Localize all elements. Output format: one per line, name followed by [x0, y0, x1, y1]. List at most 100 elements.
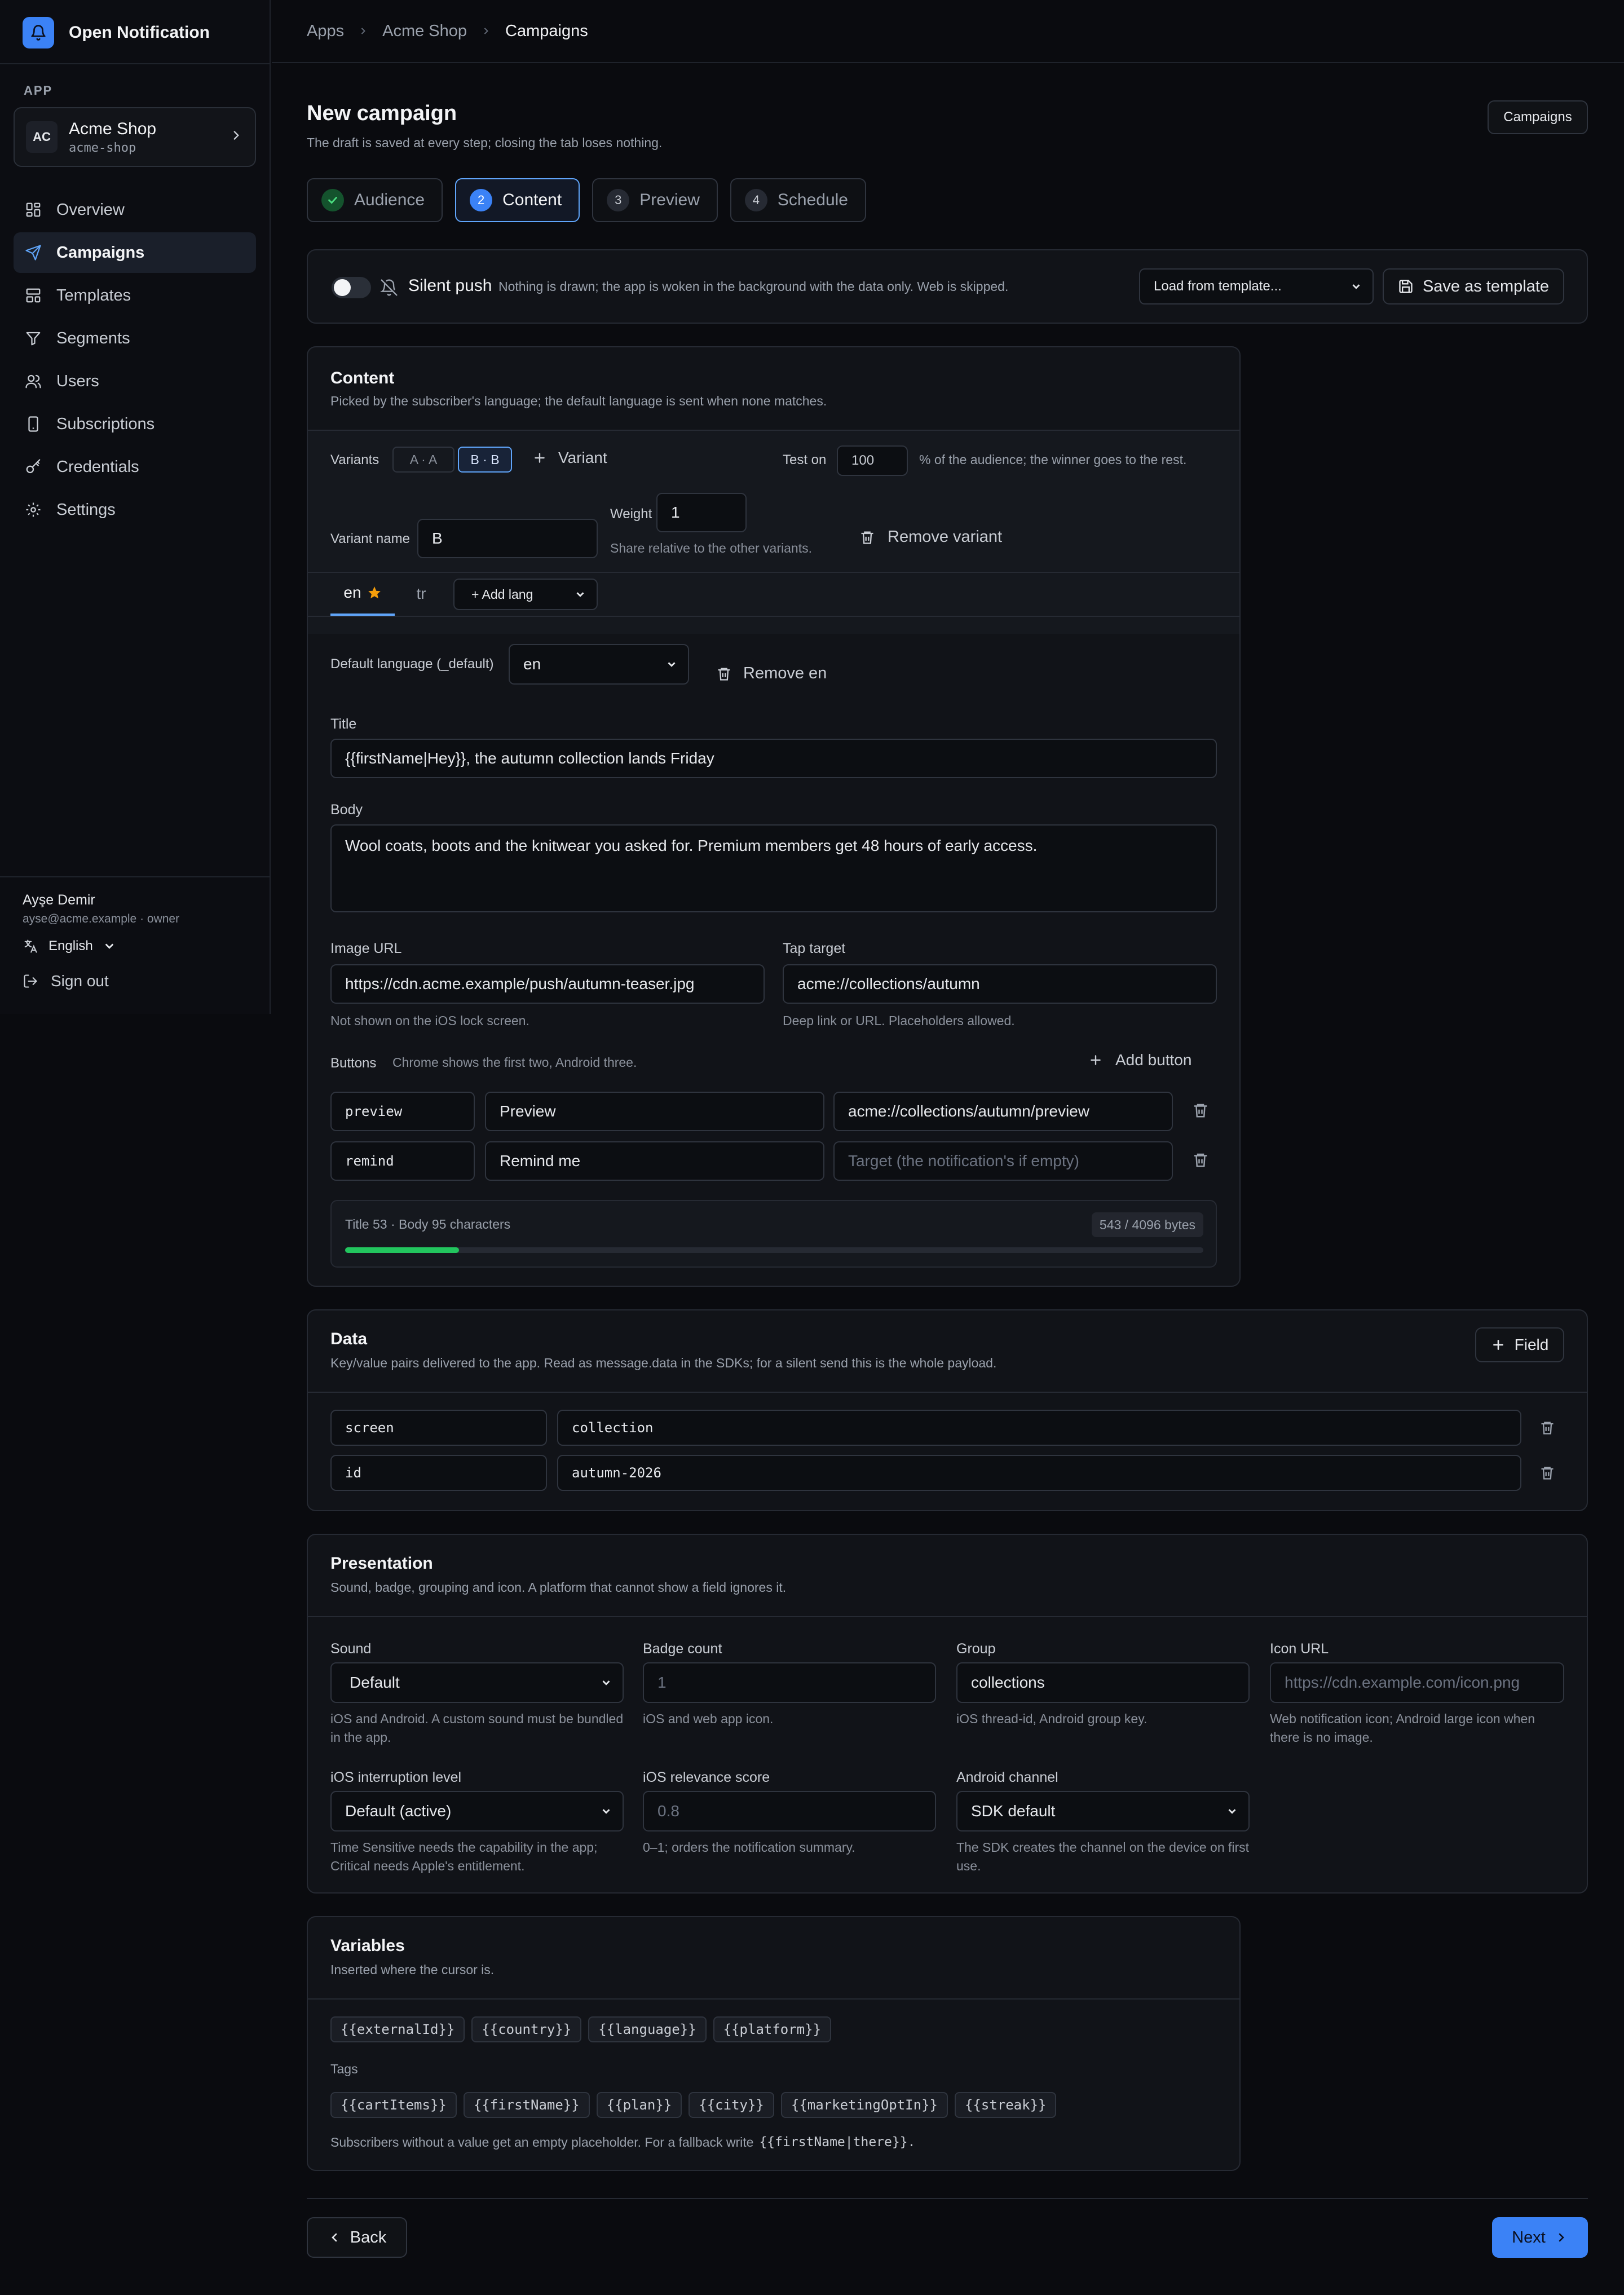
- divider: [308, 1616, 1587, 1617]
- app-switcher[interactable]: AC Acme Shop acme-shop: [14, 107, 256, 167]
- test-on-input[interactable]: 100: [837, 445, 908, 476]
- step-audience[interactable]: Audience: [307, 178, 443, 222]
- button-target-input[interactable]: Target (the notification's if empty): [833, 1141, 1173, 1181]
- variable-chip[interactable]: {{cartItems}}: [330, 2092, 457, 2118]
- badge-count-input[interactable]: 1: [643, 1662, 936, 1703]
- language-switcher[interactable]: English: [23, 938, 116, 954]
- android-channel-select[interactable]: SDK default: [956, 1791, 1250, 1831]
- trash-icon[interactable]: [1539, 1420, 1555, 1436]
- sound-hint: iOS and Android. A custom sound must be …: [330, 1711, 624, 1745]
- add-button-button[interactable]: Add button: [1088, 1051, 1191, 1069]
- breadcrumb-app[interactable]: Acme Shop: [382, 22, 467, 41]
- sidebar-item-label: Users: [56, 372, 99, 390]
- button-label-input[interactable]: Preview: [485, 1092, 824, 1131]
- content-desc: Picked by the subscriber's language; the…: [330, 394, 827, 408]
- variable-chip[interactable]: {{externalId}}: [330, 2016, 465, 2042]
- sidebar-item-settings[interactable]: Settings: [14, 489, 256, 530]
- android-channel-label: Android channel: [956, 1769, 1058, 1785]
- title-input[interactable]: {{firstName|Hey}}, the autumn collection…: [330, 739, 1217, 778]
- variant-name-input[interactable]: B: [417, 519, 598, 558]
- sidebar-item-users[interactable]: Users: [14, 361, 256, 401]
- button-label-input[interactable]: Remind me: [485, 1141, 824, 1181]
- button-id-input[interactable]: remind: [330, 1141, 475, 1181]
- data-value-input[interactable]: collection: [557, 1410, 1521, 1446]
- back-button[interactable]: Back: [307, 2217, 407, 2258]
- data-value-input[interactable]: autumn-2026: [557, 1455, 1521, 1491]
- variant-tab-b[interactable]: B · B: [458, 447, 512, 473]
- app-section-label: APP: [24, 83, 53, 98]
- variable-chip[interactable]: {{marketingOptIn}}: [780, 2092, 948, 2118]
- data-key-input[interactable]: id: [330, 1455, 547, 1491]
- brand[interactable]: Open Notification: [23, 17, 210, 48]
- weight-value: 1: [671, 504, 680, 521]
- step-schedule[interactable]: 4 Schedule: [730, 178, 866, 222]
- lang-tab-en[interactable]: en: [330, 572, 395, 616]
- tags-label: Tags: [330, 2062, 358, 2076]
- sign-out-button[interactable]: Sign out: [23, 972, 109, 990]
- bell-icon: [23, 17, 54, 48]
- variable-chip[interactable]: {{city}}: [689, 2092, 774, 2118]
- sidebar-item-subscriptions[interactable]: Subscriptions: [14, 404, 256, 444]
- sidebar-item-campaigns[interactable]: Campaigns: [14, 232, 256, 273]
- weight-input[interactable]: 1: [656, 493, 747, 532]
- body-label: Body: [330, 802, 363, 818]
- trash-icon[interactable]: [1539, 1465, 1555, 1481]
- variable-chip[interactable]: {{plan}}: [596, 2092, 682, 2118]
- variant-tab-a[interactable]: A · A: [392, 447, 454, 473]
- next-button[interactable]: Next: [1492, 2217, 1588, 2258]
- button-target-input[interactable]: acme://collections/autumn/preview: [833, 1092, 1173, 1131]
- gear-icon: [26, 502, 41, 517]
- interruption-level-hint: Time Sensitive needs the capability in t…: [330, 1840, 598, 1873]
- sound-select[interactable]: Default: [330, 1662, 624, 1703]
- add-field-label: Field: [1514, 1336, 1549, 1353]
- variables-desc: Inserted where the cursor is.: [330, 1962, 495, 1977]
- chevron-down-icon: [602, 1680, 610, 1685]
- icon-url-input[interactable]: https://cdn.example.com/icon.png: [1270, 1662, 1564, 1703]
- tap-target-input[interactable]: acme://collections/autumn: [783, 964, 1217, 1004]
- button-id-input[interactable]: preview: [330, 1092, 475, 1131]
- relevance-score-label: iOS relevance score: [643, 1769, 770, 1785]
- add-field-button[interactable]: Field: [1475, 1327, 1564, 1362]
- add-language-select[interactable]: + Add lang: [453, 579, 598, 610]
- interruption-level-select[interactable]: Default (active): [330, 1791, 624, 1831]
- android-channel-value: SDK default: [971, 1802, 1056, 1820]
- title-value: {{firstName|Hey}}, the autumn collection…: [345, 749, 714, 767]
- remove-variant-button[interactable]: Remove variant: [859, 528, 1002, 546]
- step-preview[interactable]: 3 Preview: [592, 178, 718, 222]
- sidebar-item-overview[interactable]: Overview: [14, 189, 256, 230]
- body-textarea[interactable]: Wool coats, boots and the knitwear you a…: [330, 824, 1217, 912]
- trash-icon[interactable]: [1192, 1151, 1209, 1168]
- interruption-level-value: Default (active): [345, 1802, 452, 1820]
- step-content[interactable]: 2 Content: [455, 178, 580, 222]
- silent-push-toggle[interactable]: [332, 277, 371, 298]
- sidebar-item-credentials[interactable]: Credentials: [14, 447, 256, 487]
- campaigns-button[interactable]: Campaigns: [1488, 100, 1588, 134]
- data-key-input[interactable]: screen: [330, 1410, 547, 1446]
- star-icon: [368, 586, 381, 599]
- relevance-score-input[interactable]: 0.8: [643, 1791, 936, 1831]
- breadcrumb-apps[interactable]: Apps: [307, 22, 344, 41]
- sidebar-item-templates[interactable]: Templates: [14, 275, 256, 316]
- tap-target-label: Tap target: [783, 941, 846, 956]
- divider: [0, 876, 270, 877]
- sidebar-item-segments[interactable]: Segments: [14, 318, 256, 359]
- save-as-template-button[interactable]: Save as template: [1383, 268, 1564, 304]
- remove-language-button[interactable]: Remove en: [716, 664, 827, 683]
- variable-chip[interactable]: {{country}}: [471, 2016, 582, 2042]
- group-input[interactable]: collections: [956, 1662, 1250, 1703]
- bytes-progress-fill: [345, 1247, 459, 1253]
- stepper: Audience 2 Content 3 Preview 4 Schedule: [307, 178, 866, 222]
- trash-icon[interactable]: [1192, 1102, 1209, 1119]
- group-hint: iOS thread-id, Android group key.: [956, 1711, 1148, 1726]
- image-url-input[interactable]: https://cdn.acme.example/push/autumn-tea…: [330, 964, 765, 1004]
- variable-chip[interactable]: {{firstName}}: [463, 2092, 590, 2118]
- default-language-select[interactable]: en: [509, 644, 689, 685]
- template-select-value: Load from template...: [1154, 279, 1282, 294]
- variable-chip[interactable]: {{language}}: [588, 2016, 707, 2042]
- lang-tab-tr[interactable]: tr: [400, 572, 442, 616]
- add-variant-button[interactable]: Variant: [532, 449, 607, 467]
- template-select[interactable]: Load from template...: [1139, 268, 1374, 304]
- sidebar-item-label: Templates: [56, 286, 131, 304]
- variable-chip[interactable]: {{streak}}: [954, 2092, 1057, 2118]
- variable-chip[interactable]: {{platform}}: [713, 2016, 832, 2042]
